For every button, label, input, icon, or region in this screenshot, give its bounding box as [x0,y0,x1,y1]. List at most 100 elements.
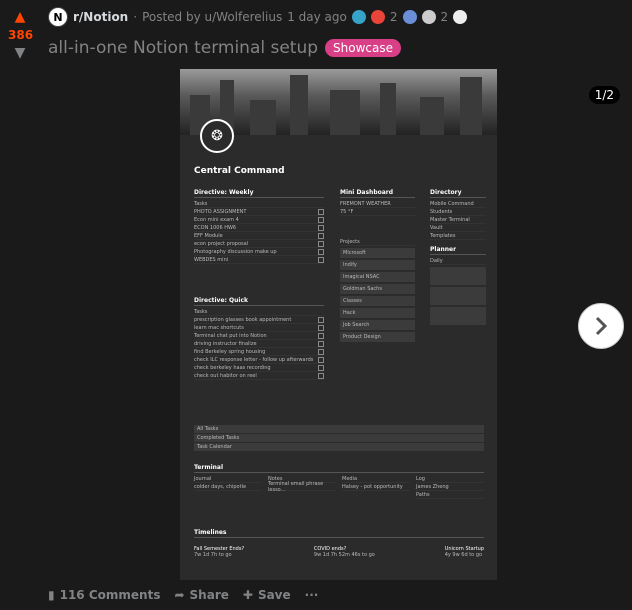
gallery-counter: 1/2 [588,86,620,104]
award-icon[interactable] [370,10,385,24]
mini-heading: Mini Dashboard [340,189,415,198]
list-item: Product Design [340,332,415,342]
list-item: Imagical NSAC [340,272,415,282]
bookmark-icon: ✚ [242,588,253,602]
post-actions: ▮ 116 Comments ➦ Share ✚ Save ··· [48,588,318,602]
list-item: check berkeley haas recording [194,364,324,372]
directory-block: Directory Mobile Command Students Master… [430,189,486,327]
list-item: EFF Module [194,232,324,240]
weekly-view: Tasks [194,200,324,208]
timeline-item: Unicorn Startup 4y 9w 6d to go [444,546,484,558]
subreddit-icon[interactable]: N [48,7,68,27]
terminal-block: Terminal Journal colder days, chipotle N… [194,464,484,499]
planner-card [430,307,486,325]
media-col: Media [342,475,410,483]
list-item: Hack [340,308,415,318]
posted-by[interactable]: Posted by u/Wolferelius [142,10,282,24]
award-icon[interactable] [351,10,366,24]
vote-column: ▲ 386 ▼ [8,10,34,60]
save-label: Save [257,588,291,602]
list-item: Job Search [340,320,415,330]
gallery-next-button[interactable] [578,303,624,349]
list-item: prescription glasses book appointment [194,316,324,324]
list-item: Terminal email phrase lesso... [268,481,336,493]
list-item: Photography discussion make up [194,248,324,256]
terminal-heading: Terminal [194,464,484,473]
downvote-arrow-icon[interactable]: ▼ [8,46,32,60]
list-item: driving instructor finalize [194,340,324,348]
list-item: check out habitor on reel [194,372,324,380]
post-title-row: all-in-one Notion terminal setup Showcas… [48,38,402,58]
weather-place: FREMONT WEATHER [340,200,415,208]
weekly-block: Directive: Weekly Tasks PHOTO ASSIGNMENT… [194,189,324,264]
quick-heading: Directive: Quick [194,297,324,306]
meta-separator: · [133,10,138,24]
subreddit-link[interactable]: r/Notion [73,10,128,24]
list-item: check ILC response letter - follow up af… [194,356,324,364]
list-item: Templates [430,232,486,240]
list-item: Terminal chat put into Notion [194,332,324,340]
planner-card [430,287,486,305]
list-item: colder days, chipotle [194,483,262,491]
list-item: Indify [340,260,415,270]
comments-button[interactable]: ▮ 116 Comments [48,588,160,602]
list-item: PHOTO ASSIGNMENT [194,208,324,216]
quick-block: Directive: Quick Tasks prescription glas… [194,297,324,380]
timelines-block: Timelines Fall Semester Ends? 7w 1d 7h to… [194,529,484,558]
list-item: Vault [430,224,486,232]
weekly-heading: Directive: Weekly [194,189,324,198]
notion-page-title: Central Command [194,166,285,176]
directory-heading: Directory [430,189,486,198]
toggle-item: Completed Tasks [194,434,484,442]
journal-col: Journal [194,475,262,483]
log-col: Log [416,475,484,483]
list-item: find Berkeley spring housing [194,348,324,356]
share-button[interactable]: ➦ Share [174,588,228,602]
list-item: Econ mini exam 4 [194,216,324,224]
toggle-item: All Tasks [194,425,484,433]
award-icon[interactable] [453,10,468,24]
mini-dashboard: Mini Dashboard FREMONT WEATHER 75 °F Pro… [340,189,415,344]
list-item: WEBDES mini [194,256,324,264]
post-time: 1 day ago [287,10,347,24]
list-item: Master Terminal [430,216,486,224]
save-button[interactable]: ✚ Save [243,588,291,602]
upvote-arrow-icon[interactable]: ▲ [8,10,32,24]
list-item: ECON 1006 HW6 [194,224,324,232]
flair-badge[interactable]: Showcase [325,39,402,57]
list-item: Halsey - pot opportunity [342,483,410,491]
planner-heading: Planner [430,246,486,255]
list-item: learn mac shortcuts [194,324,324,332]
post-meta: N r/Notion · Posted by u/Wolferelius 1 d… [48,7,468,27]
comment-icon: ▮ [48,588,55,602]
list-item: Microsoft [340,248,415,258]
quick-view: Tasks [194,308,324,316]
award-icon[interactable] [421,10,436,24]
planner-view: Daily [430,257,486,265]
timeline-item: Fall Semester Ends? 7w 1d 7h to go [194,546,245,558]
toggle-item: Task Calendar [194,443,484,451]
list-item: Mobile Command [430,200,486,208]
toggle-list: All Tasks Completed Tasks Task Calendar [194,424,484,452]
list-item: econ project proposal [194,240,324,248]
award-icon[interactable] [402,10,417,24]
gallery-image[interactable]: ❂ Central Command Directive: Weekly Task… [180,69,497,580]
award-count: 2 [389,10,398,24]
more-options-button[interactable]: ··· [305,588,319,602]
comments-label: 116 Comments [59,588,161,602]
planner-card [430,267,486,285]
timeline-item: COVID ends? 9w 1d 7h 52m 46s to go [313,546,375,558]
list-item: Goldman Sachs [340,284,415,294]
list-item: James Zheng [416,483,484,491]
aperture-icon: ❂ [200,119,234,153]
weather-value: 75 °F [340,208,415,216]
projects-heading: Projects [340,238,415,246]
post-title[interactable]: all-in-one Notion terminal setup [48,38,318,58]
award-count: 2 [440,10,449,24]
timelines-heading: Timelines [194,529,484,538]
share-icon: ➦ [174,588,185,602]
list-item: Classes [340,296,415,306]
list-item: Students [430,208,486,216]
vote-count: 386 [8,28,34,42]
list-item: Paths [416,491,484,499]
